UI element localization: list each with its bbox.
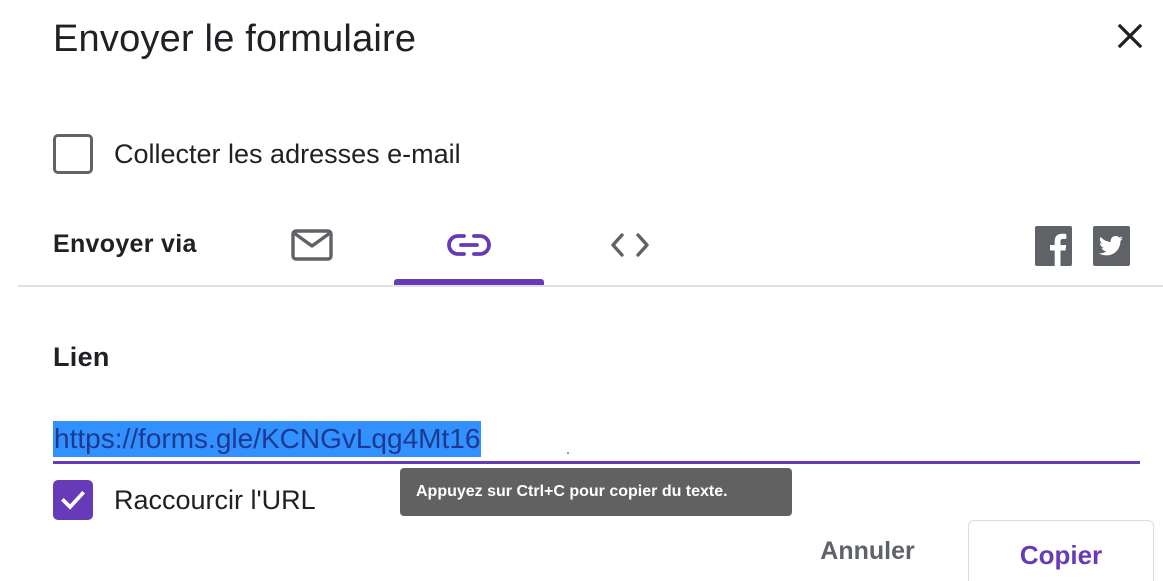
tab-email[interactable] bbox=[262, 205, 362, 285]
send-via-label: Envoyer via bbox=[53, 230, 197, 258]
collect-emails-label: Collecter les adresses e-mail bbox=[114, 138, 461, 169]
copy-hint-tooltip: Appuyez sur Ctrl+C pour copier du texte. bbox=[400, 468, 792, 516]
tab-embed[interactable] bbox=[580, 205, 680, 285]
url-field-underline bbox=[53, 461, 1140, 464]
shorten-url-checkbox[interactable] bbox=[53, 480, 93, 520]
shorten-url-label: Raccourcir l'URL bbox=[114, 484, 316, 515]
link-section-title: Lien bbox=[53, 342, 110, 372]
link-icon bbox=[447, 234, 491, 256]
cancel-button[interactable]: Annuler bbox=[795, 521, 940, 581]
facebook-icon bbox=[1035, 226, 1072, 266]
tabs-divider bbox=[18, 285, 1163, 287]
embed-code-icon bbox=[611, 233, 649, 257]
collect-emails-checkbox[interactable] bbox=[53, 134, 93, 174]
collect-emails-row: Collecter les adresses e-mail bbox=[53, 134, 461, 174]
close-button[interactable] bbox=[1110, 16, 1150, 56]
twitter-share-button[interactable] bbox=[1093, 226, 1130, 266]
checkmark-icon bbox=[61, 490, 85, 510]
dialog-title: Envoyer le formulaire bbox=[53, 18, 417, 60]
twitter-icon bbox=[1093, 226, 1130, 266]
facebook-share-button[interactable] bbox=[1035, 226, 1072, 266]
url-value[interactable]: https://forms.gle/KCNGvLqg4Mt16 bbox=[53, 421, 482, 457]
close-icon bbox=[1117, 23, 1143, 49]
tab-link[interactable] bbox=[394, 205, 544, 285]
copy-button[interactable]: Copier bbox=[968, 520, 1154, 581]
shorten-url-row: Raccourcir l'URL bbox=[53, 480, 316, 520]
send-form-dialog: Envoyer le formulaire Collecter les adre… bbox=[0, 0, 1163, 581]
email-icon bbox=[291, 229, 333, 261]
text-cursor-mark bbox=[567, 452, 569, 454]
url-field[interactable]: https://forms.gle/KCNGvLqg4Mt16 bbox=[53, 416, 1140, 464]
